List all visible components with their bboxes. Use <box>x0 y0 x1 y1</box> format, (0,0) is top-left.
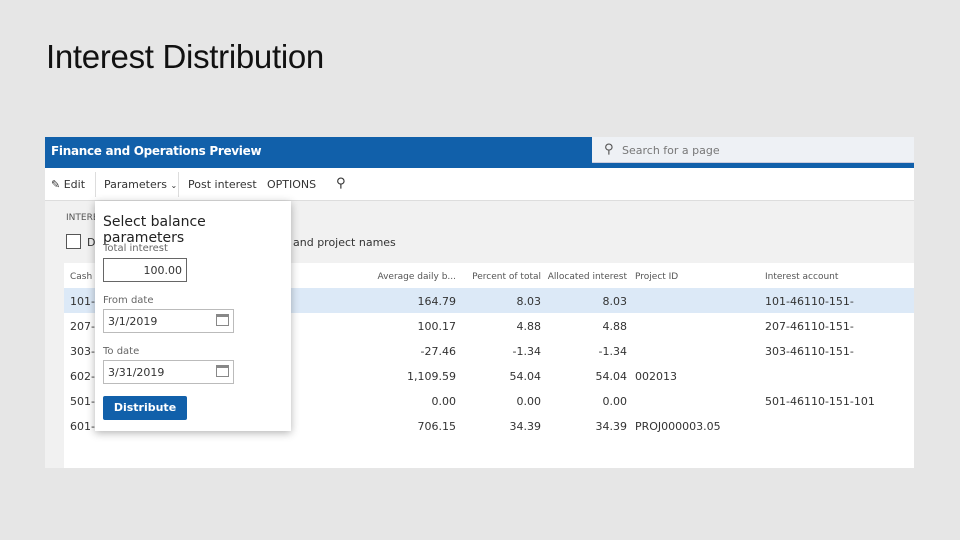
cell-interest-account: 501-46110-151-101 <box>765 395 875 408</box>
from-date-value: 3/1/2019 <box>108 315 158 328</box>
edit-button[interactable]: ✎ Edit <box>51 178 85 191</box>
divider <box>95 172 96 197</box>
cell-average-daily-balance: 100.17 <box>417 320 457 333</box>
search-icon[interactable]: ⚲ <box>336 176 346 191</box>
search-placeholder: Search for a page <box>622 144 720 157</box>
post-interest-button[interactable]: Post interest <box>188 178 257 191</box>
checkbox[interactable] <box>66 234 81 249</box>
to-date-value: 3/31/2019 <box>108 366 165 379</box>
balance-parameters-dialog: Select balance parameters Total interest… <box>95 201 291 431</box>
cell-project-id: 002013 <box>635 370 677 383</box>
cell-allocated-interest: 54.04 <box>595 370 628 383</box>
divider <box>178 172 179 197</box>
calendar-icon[interactable] <box>216 314 229 326</box>
header-project-id[interactable]: Project ID <box>635 272 678 282</box>
header-average-daily-balance[interactable]: Average daily b... <box>314 272 456 282</box>
cell-percent-of-total: 54.04 <box>509 370 542 383</box>
header-allocated-interest[interactable]: Allocated interest <box>541 272 627 282</box>
cell-percent-of-total: 4.88 <box>516 320 542 333</box>
cell-allocated-interest: 4.88 <box>602 320 628 333</box>
from-date-label: From date <box>103 295 154 306</box>
parameters-button[interactable]: Parameters ⌄ <box>104 178 177 191</box>
section-label: INTERE <box>66 213 99 223</box>
cell-average-daily-balance: 706.15 <box>417 420 457 433</box>
search-input[interactable]: ⚲ Search for a page <box>592 137 914 163</box>
cell-average-daily-balance: 164.79 <box>417 295 457 308</box>
to-date-field[interactable]: 3/31/2019 <box>103 360 234 384</box>
edit-label: Edit <box>63 178 86 191</box>
cell-allocated-interest: 8.03 <box>602 295 628 308</box>
cell-percent-of-total: -1.34 <box>512 345 541 358</box>
cell-percent-of-total: 0.00 <box>516 395 542 408</box>
header-interest-account[interactable]: Interest account <box>765 272 838 282</box>
cell-average-daily-balance: -27.46 <box>420 345 456 358</box>
slide-title: Interest Distribution <box>46 38 324 75</box>
pencil-icon: ✎ <box>51 178 61 191</box>
cell-percent-of-total: 8.03 <box>516 295 542 308</box>
checkbox-label-end: and project names <box>293 236 396 249</box>
to-date-label: To date <box>103 346 140 357</box>
dialog-title: Select balance parameters <box>103 214 206 246</box>
parameters-label: Parameters <box>104 178 167 191</box>
cell-allocated-interest: -1.34 <box>598 345 627 358</box>
cell-percent-of-total: 34.39 <box>509 420 542 433</box>
cell-interest-account: 101-46110-151- <box>765 295 854 308</box>
cell-project-id: PROJ000003.05 <box>635 420 721 433</box>
from-date-field[interactable]: 3/1/2019 <box>103 309 234 333</box>
app-title: Finance and Operations Preview <box>51 144 262 158</box>
chevron-down-icon: ⌄ <box>170 181 178 190</box>
total-interest-label: Total interest <box>103 243 168 254</box>
total-interest-field[interactable]: 100.00 <box>103 258 187 282</box>
calendar-icon[interactable] <box>216 365 229 377</box>
cell-allocated-interest: 0.00 <box>602 395 628 408</box>
search-icon: ⚲ <box>604 142 614 157</box>
cell-allocated-interest: 34.39 <box>595 420 628 433</box>
cell-cash-account: 601- <box>70 420 95 433</box>
app-header: Finance and Operations Preview ⚲ Search … <box>45 137 914 168</box>
action-toolbar: ✎ Edit Parameters ⌄ Post interest OPTION… <box>45 168 914 201</box>
cell-average-daily-balance: 1,109.59 <box>407 370 456 383</box>
cell-average-daily-balance: 0.00 <box>431 395 457 408</box>
options-button[interactable]: OPTIONS <box>267 178 316 191</box>
cell-interest-account: 207-46110-151- <box>765 320 854 333</box>
header-percent-of-total[interactable]: Percent of total <box>456 272 541 282</box>
cell-interest-account: 303-46110-151- <box>765 345 854 358</box>
distribute-button[interactable]: Distribute <box>103 396 187 420</box>
